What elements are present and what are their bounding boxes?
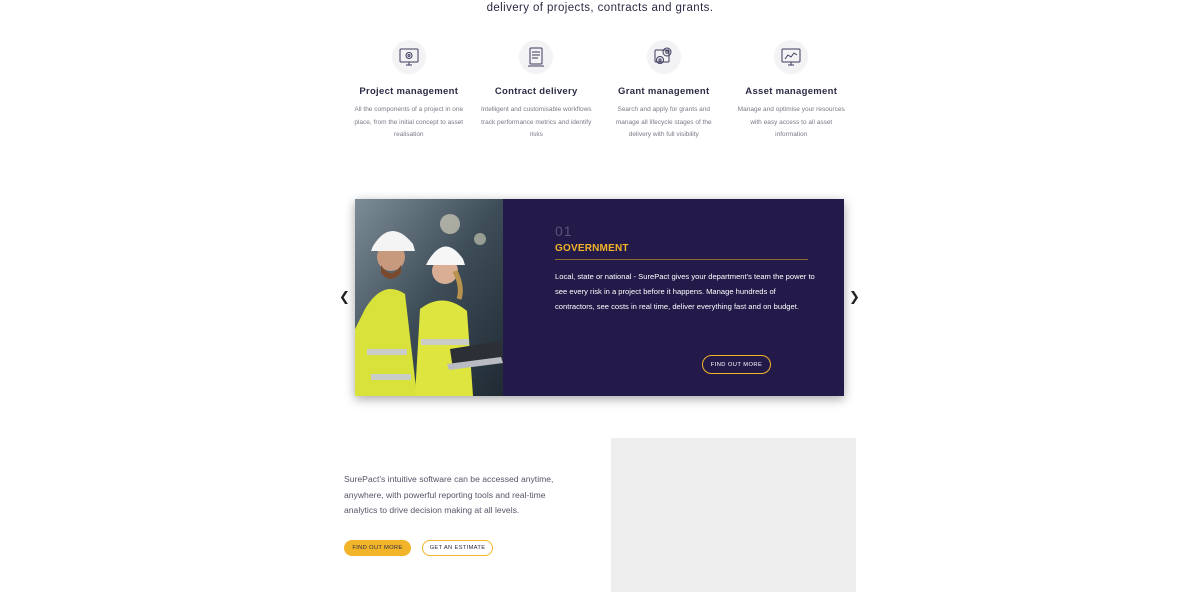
feature-grant-management: Grant management Search and apply for gr… <box>600 40 728 142</box>
feature-title: Contract delivery <box>494 86 578 97</box>
find-out-more-button[interactable]: FIND OUT MORE <box>344 540 411 556</box>
monitor-chart-icon <box>774 40 809 74</box>
document-pen-icon <box>519 40 554 74</box>
feature-title: Asset management <box>745 86 838 97</box>
feature-contract-delivery: Contract delivery Intelligent and custom… <box>473 40 601 142</box>
access-description: SurePact's intuitive software can be acc… <box>344 474 554 515</box>
feature-title: Project management <box>359 86 459 97</box>
slide-heading: GOVERNMENT <box>555 243 629 254</box>
get-an-estimate-button[interactable]: GET AN ESTIMATE <box>422 540 493 556</box>
slide-divider <box>555 259 808 260</box>
features-row: Project management All the components of… <box>345 40 855 142</box>
gears-screen-icon <box>646 40 681 74</box>
feature-asset-management: Asset management Manage and optimise you… <box>728 40 856 142</box>
media-placeholder <box>611 438 856 592</box>
feature-desc: Search and apply for grants and manage a… <box>615 106 712 138</box>
slide-number: 01 <box>555 223 573 239</box>
computer-gear-icon <box>391 40 426 74</box>
slide-content: 01 GOVERNMENT Local, state or national -… <box>503 199 844 396</box>
feature-project-management: Project management All the components of… <box>345 40 473 142</box>
workers-photo <box>355 199 503 396</box>
find-out-more-button[interactable]: FIND OUT MORE <box>702 355 771 374</box>
chevron-left-icon[interactable]: ❮ <box>339 289 350 305</box>
slide-text: Local, state or national - SurePact give… <box>555 272 815 311</box>
sector-slider: 01 GOVERNMENT Local, state or national -… <box>355 199 844 396</box>
feature-desc: Manage and optimise your resources with … <box>737 106 845 138</box>
feature-desc: All the components of a project in one p… <box>354 106 464 138</box>
intro-text: delivery of projects, contracts and gran… <box>486 2 714 14</box>
feature-desc: Intelligent and customisable workflows t… <box>480 106 592 138</box>
chevron-right-icon[interactable]: ❯ <box>849 289 860 305</box>
feature-title: Grant management <box>618 86 710 97</box>
